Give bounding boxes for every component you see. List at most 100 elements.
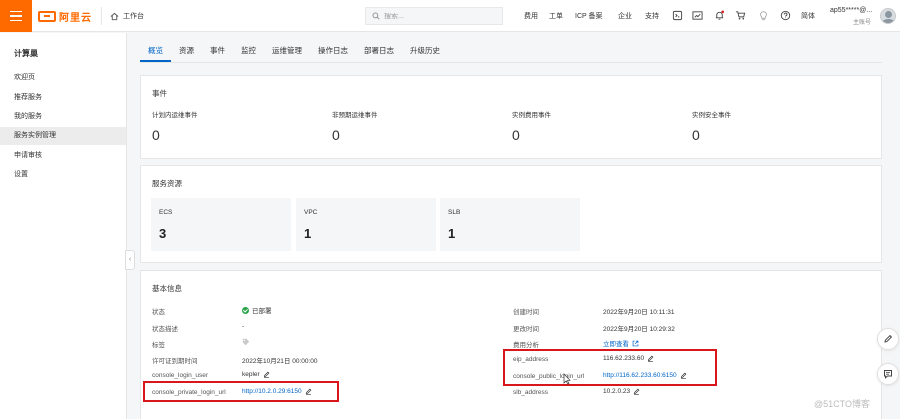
sidebar-item-instances[interactable]: 服务实例管理 [0, 127, 126, 145]
mouse-cursor-icon [563, 373, 571, 385]
info-key-created: 创建时间 [513, 309, 539, 316]
info-key-updated: 更改时间 [513, 326, 539, 333]
tab-operation-log[interactable]: 操作日志 [310, 42, 356, 62]
search-box[interactable] [365, 7, 503, 25]
search-icon [372, 12, 380, 20]
external-link-icon[interactable] [632, 340, 639, 347]
watermark: @51CTO博客 [814, 399, 870, 409]
resource-name: SLB [448, 209, 461, 216]
info-value-status: 已部署 [242, 305, 272, 315]
edit-icon[interactable] [263, 371, 270, 378]
bell-icon[interactable] [714, 10, 725, 21]
nav-icp[interactable]: ICP 备案 [575, 11, 603, 21]
feedback-edit-button[interactable] [877, 328, 899, 350]
nav-enterprise[interactable]: 企业 [618, 11, 632, 21]
tab-events[interactable]: 事件 [202, 42, 233, 62]
sidebar-item-my-services[interactable]: 我的服务 [0, 108, 126, 126]
login-user-text: kepler [242, 371, 260, 378]
nav-billing[interactable]: 费用 [524, 11, 538, 21]
info-value-license-expiry: 2022年10月21日 00:00:00 [242, 358, 318, 365]
tab-bar: 概览 资源 事件 监控 运维管理 操作日志 部署日志 升级历史 [140, 42, 448, 62]
highlight-private-login-url [143, 381, 339, 402]
home-icon [110, 12, 119, 20]
event-value-security[interactable]: 0 [692, 127, 700, 143]
edit-icon[interactable] [633, 388, 640, 395]
info-value-slb: 10.2.0.23 [603, 388, 640, 395]
account-type: 主账号 [853, 20, 872, 26]
workbench-link[interactable]: 工作台 [101, 7, 152, 25]
tabs-divider [140, 62, 882, 63]
info-key-slb: slb_address [513, 389, 549, 396]
tag-icon[interactable] [242, 338, 250, 346]
events-card: 事件 计划内运维事件 0 非预期运维事件 0 实例费用事件 0 实例安全事件 0 [140, 75, 882, 159]
search-input[interactable] [384, 12, 494, 20]
cloud-shell-icon[interactable] [672, 10, 683, 21]
info-key-login-user: console_login_user [152, 372, 209, 379]
resources-title: 服务资源 [152, 179, 182, 188]
tab-deploy-log[interactable]: 部署日志 [356, 42, 402, 62]
resource-name: ECS [159, 209, 173, 216]
pencil-icon [884, 334, 893, 343]
highlight-eip-public-url [503, 349, 717, 386]
lightbulb-icon[interactable] [758, 10, 769, 21]
tab-ops[interactable]: 运维管理 [264, 42, 310, 62]
chat-button[interactable] [877, 363, 899, 385]
brand-name: 阿里云 [59, 12, 92, 24]
info-value-updated: 2022年9月20日 10:29:32 [603, 326, 675, 333]
aliyun-logo[interactable]: 阿里云 [38, 8, 92, 24]
cart-icon[interactable] [735, 10, 746, 21]
event-label-unexpected: 非预期运维事件 [332, 112, 378, 119]
tab-overview[interactable]: 概览 [140, 42, 171, 62]
event-value-billing[interactable]: 0 [512, 127, 520, 143]
resource-vpc[interactable]: VPC 1 [296, 198, 436, 251]
slb-text: 10.2.0.23 [603, 388, 631, 395]
tab-monitoring[interactable]: 监控 [233, 42, 264, 62]
top-bar: 阿里云 工作台 费用 工单 ICP 备案 企业 支持 简体 ap55*****@… [0, 0, 900, 32]
sidebar-collapse-handle[interactable]: ‹ [125, 250, 135, 270]
avatar[interactable] [880, 8, 896, 24]
console-icon[interactable] [692, 10, 703, 21]
basic-info-title: 基本信息 [152, 284, 182, 293]
info-key-status: 状态 [152, 309, 165, 316]
chevron-left-icon: ‹ [128, 256, 132, 263]
sidebar-item-recommended[interactable]: 推荐服务 [0, 89, 126, 107]
event-label-security: 实例安全事件 [692, 112, 731, 119]
language-switch[interactable]: 简体 [801, 11, 815, 21]
menu-icon[interactable] [0, 0, 32, 32]
event-value-unexpected[interactable]: 0 [332, 127, 340, 143]
resource-count: 3 [159, 226, 167, 241]
view-now-link[interactable]: 立即查看 [603, 338, 629, 348]
workbench-label: 工作台 [123, 13, 144, 20]
sidebar-item-settings[interactable]: 设置 [0, 166, 126, 184]
event-value-planned[interactable]: 0 [152, 127, 160, 143]
info-value-tags[interactable] [242, 338, 253, 346]
info-value-status-desc: - [242, 323, 245, 330]
resource-count: 1 [304, 226, 312, 241]
sidebar-item-welcome[interactable]: 欢迎页 [0, 69, 126, 87]
resource-count: 1 [448, 226, 456, 241]
info-key-cost-analysis: 费用分析 [513, 342, 539, 349]
info-key-status-desc: 状态描述 [152, 326, 178, 333]
resources-card: 服务资源 ECS 3 VPC 1 SLB 1 [140, 165, 882, 263]
info-value-created: 2022年9月20日 10:11:31 [603, 309, 675, 316]
chat-icon [884, 370, 892, 379]
sidebar-title: 计算巢 [14, 49, 38, 58]
help-icon[interactable] [780, 10, 791, 21]
info-key-tags: 标签 [152, 342, 165, 349]
nav-support[interactable]: 支持 [645, 11, 659, 21]
resource-name: VPC [304, 209, 318, 216]
event-label-planned: 计划内运维事件 [152, 112, 198, 119]
user-account[interactable]: ap55*****@... [830, 7, 872, 14]
tab-resources[interactable]: 资源 [171, 42, 202, 62]
event-label-billing: 实例费用事件 [512, 112, 551, 119]
info-value-cost-analysis[interactable]: 立即查看 [603, 338, 639, 348]
status-text: 已部署 [252, 308, 272, 315]
aliyun-logo-icon [38, 10, 56, 22]
sidebar-item-review[interactable]: 申请审核 [0, 147, 126, 165]
nav-ticket[interactable]: 工单 [549, 11, 563, 21]
info-value-login-user: kepler [242, 371, 270, 378]
resource-slb[interactable]: SLB 1 [440, 198, 580, 251]
sidebar: 计算巢 欢迎页 推荐服务 我的服务 服务实例管理 申请审核 设置 [0, 33, 127, 419]
tab-upgrade-history[interactable]: 升级历史 [402, 42, 448, 62]
resource-ecs[interactable]: ECS 3 [151, 198, 291, 251]
